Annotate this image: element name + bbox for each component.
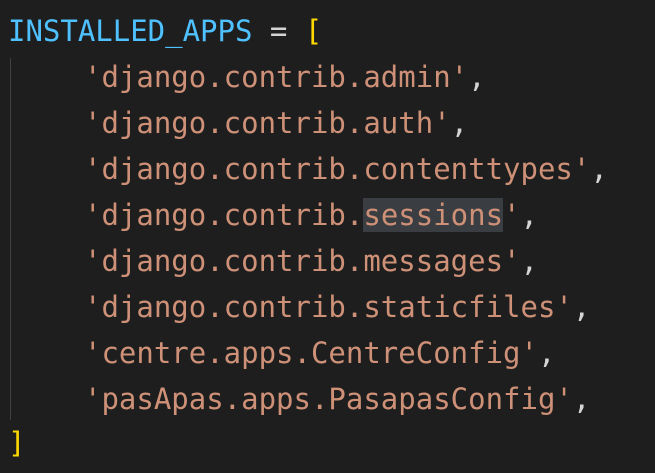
code-editor[interactable]: INSTALLED_APPS = [ 'django.contrib.admin… — [0, 0, 655, 473]
comma: , — [572, 290, 591, 324]
code-line-10[interactable]: ] — [8, 420, 25, 466]
code-line-2[interactable]: 'django.contrib.admin', — [84, 54, 486, 100]
comma: , — [590, 152, 608, 186]
comma: , — [520, 198, 538, 232]
app-entry: 'django.contrib.admin' — [84, 60, 469, 94]
comma: , — [468, 60, 486, 94]
app-entry-suffix: ' — [503, 198, 521, 232]
app-entry: 'django.contrib.staticfiles' — [84, 290, 573, 324]
assign-operator: = — [252, 14, 305, 48]
code-line-8[interactable]: 'centre.apps.CentreConfig', — [84, 330, 555, 376]
close-bracket: ] — [8, 426, 26, 460]
code-line-9[interactable]: 'pasApas.apps.PasapasConfig', — [84, 376, 590, 422]
code-line-1[interactable]: INSTALLED_APPS = [ — [8, 8, 322, 54]
variable-name: INSTALLED_APPS — [8, 14, 253, 48]
app-entry: 'centre.apps.CentreConfig' — [84, 336, 538, 370]
comma: , — [520, 244, 538, 278]
app-entry: 'django.contrib.messages' — [84, 244, 521, 278]
app-entry-prefix: 'django.contrib. — [84, 198, 364, 232]
word-highlight: sessions — [363, 198, 504, 232]
code-line-6[interactable]: 'django.contrib.messages', — [84, 238, 538, 284]
code-line-3[interactable]: 'django.contrib.auth', — [84, 100, 468, 146]
open-bracket: [ — [304, 14, 323, 48]
comma: , — [450, 106, 469, 140]
code-line-7[interactable]: 'django.contrib.staticfiles', — [84, 284, 590, 330]
app-entry: 'django.contrib.auth' — [84, 106, 451, 140]
code-line-4[interactable]: 'django.contrib.contenttypes', — [84, 146, 608, 192]
code-line-5[interactable]: 'django.contrib.sessions', — [84, 192, 538, 238]
indent-guide — [10, 58, 11, 420]
app-entry: 'django.contrib.contenttypes' — [84, 152, 591, 186]
comma: , — [537, 336, 556, 370]
app-entry: 'pasApas.apps.PasapasConfig' — [84, 382, 573, 416]
comma: , — [572, 382, 591, 416]
